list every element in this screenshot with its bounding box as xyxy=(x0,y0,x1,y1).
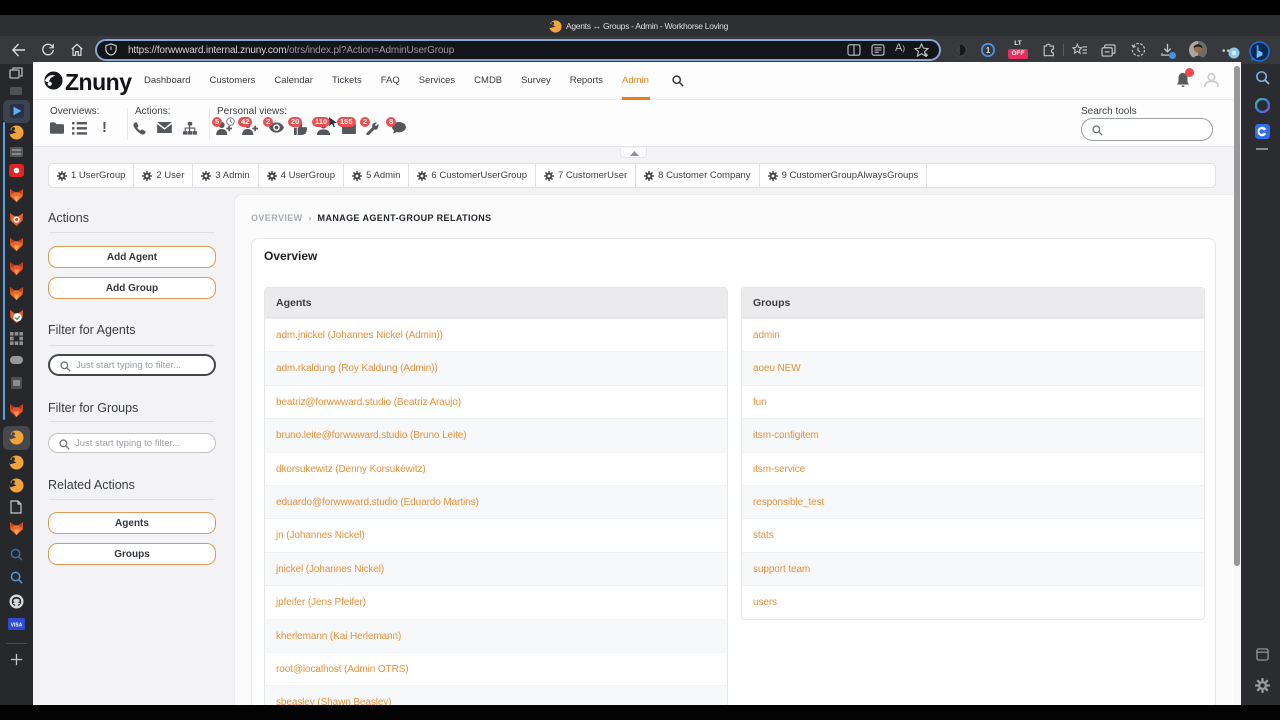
svg-text:VISA: VISA xyxy=(11,623,23,629)
svg-text:1: 1 xyxy=(986,46,991,55)
